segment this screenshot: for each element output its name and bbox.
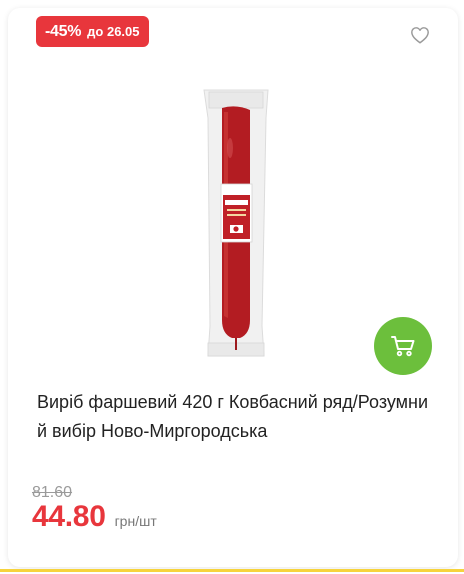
bottom-divider — [0, 569, 464, 572]
discount-until-date: до 26.05 — [87, 24, 140, 39]
add-to-cart-button[interactable] — [374, 317, 432, 375]
current-price: 44.80 — [32, 500, 106, 533]
heart-outline-icon — [411, 27, 429, 44]
cart-icon — [391, 336, 415, 357]
discount-percent: -45% — [45, 22, 82, 40]
product-image[interactable] — [200, 88, 272, 360]
price-row: 44.80 грн/шт — [32, 500, 157, 534]
discount-badge: -45% до 26.05 — [36, 16, 149, 47]
product-title[interactable]: Виріб фаршевий 420 г Ковбасний ряд/Розум… — [37, 388, 437, 446]
price-unit: грн/шт — [114, 513, 157, 529]
favorite-button[interactable] — [406, 21, 434, 49]
